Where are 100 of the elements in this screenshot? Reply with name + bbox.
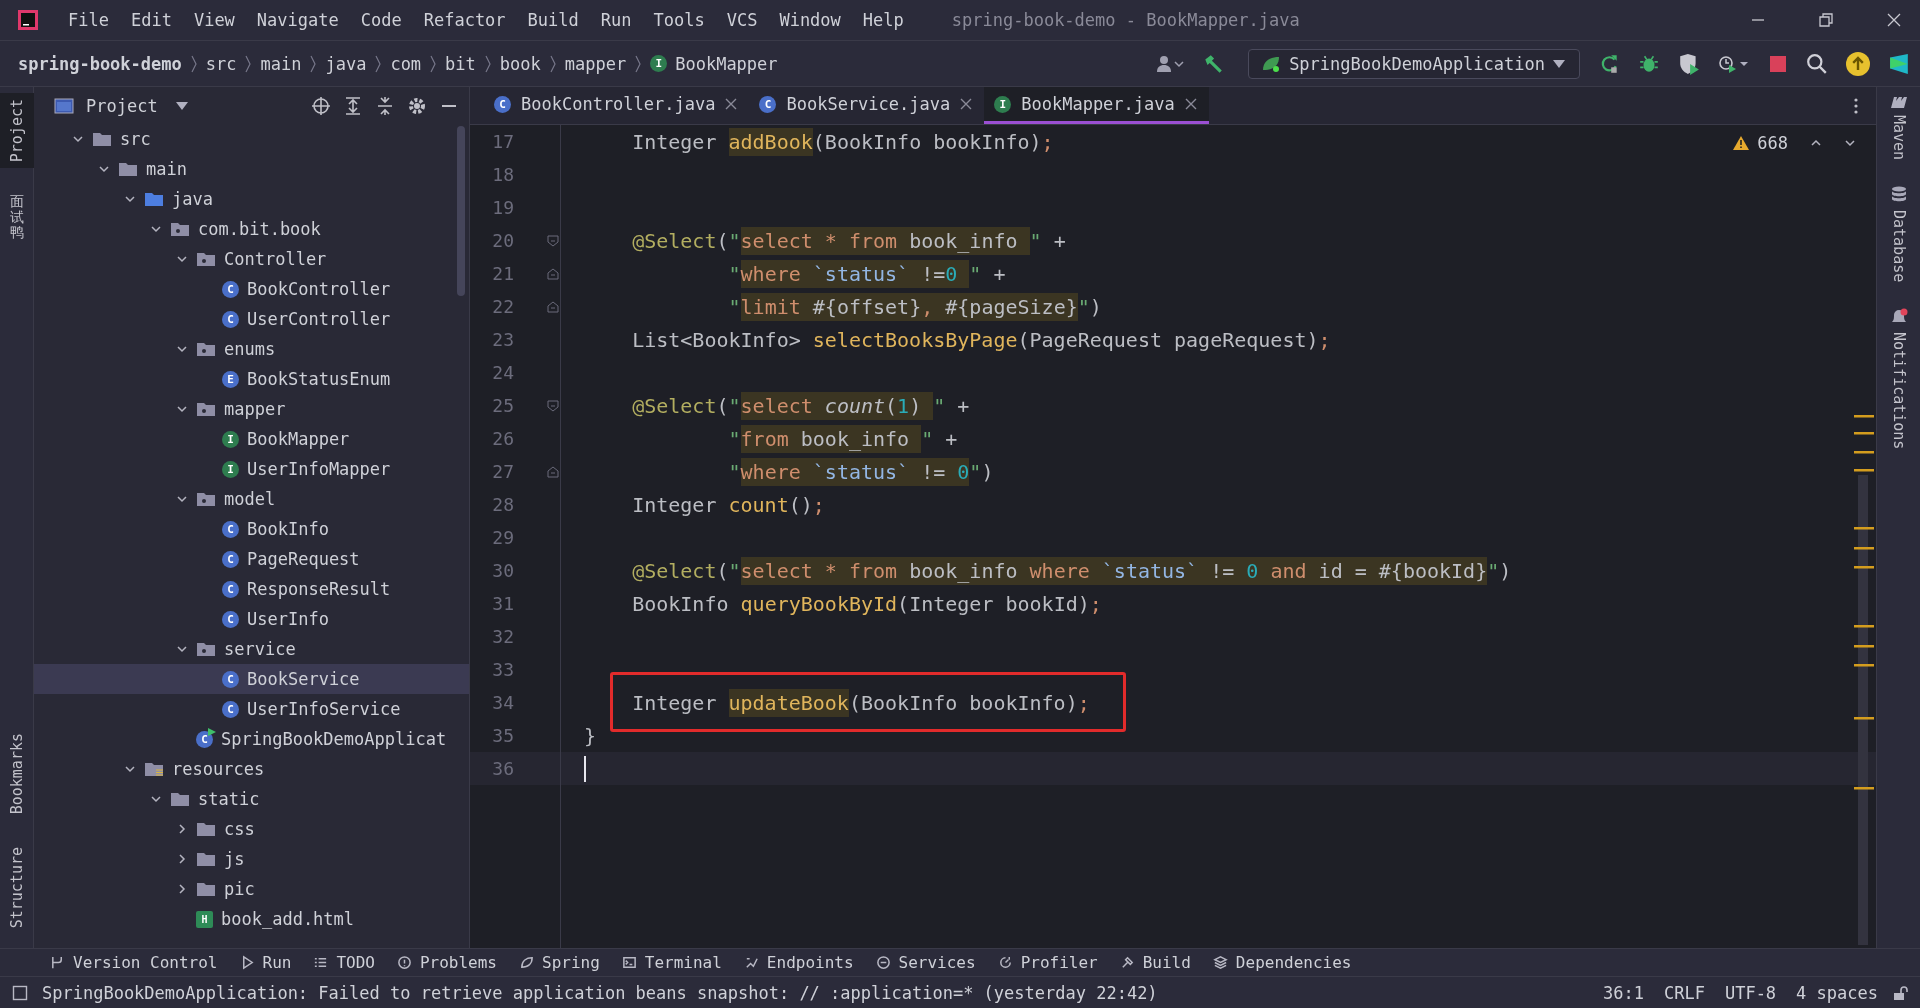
scrollbar[interactable] (457, 126, 465, 296)
chevron-down-icon[interactable] (150, 223, 162, 235)
breadcrumb-item[interactable]: BookMapper (675, 53, 778, 74)
breadcrumb-item[interactable]: mapper (564, 53, 627, 74)
tree-item[interactable]: C BookService (34, 664, 469, 694)
chevron-down-icon[interactable] (150, 793, 162, 805)
search-icon[interactable] (1806, 52, 1828, 75)
tool-window-button[interactable]: Database (1889, 186, 1908, 283)
breadcrumb-item[interactable]: book (499, 53, 541, 74)
tree-item[interactable]: C UserInfo (34, 604, 469, 634)
chevron-down-icon[interactable] (176, 643, 188, 655)
tree-item[interactable]: E BookStatusEnum (34, 364, 469, 394)
tool-window-tab[interactable]: Services (875, 953, 976, 972)
breadcrumb-item[interactable]: bit (445, 53, 476, 74)
fold-end-icon[interactable] (547, 465, 559, 478)
panel-title[interactable]: Project (86, 95, 158, 116)
tool-window-button[interactable]: Bookmarks (0, 727, 34, 821)
close-icon[interactable] (1184, 98, 1197, 110)
menu-item[interactable]: Window (779, 10, 841, 30)
tree-item[interactable]: C PageRequest (34, 544, 469, 574)
tree-item[interactable]: I BookMapper (34, 424, 469, 454)
editor-tab[interactable]: I BookMapper.java (984, 87, 1209, 124)
chevron-down-icon[interactable] (176, 403, 188, 415)
tree-item[interactable]: enums (34, 334, 469, 364)
menu-item[interactable]: Help (862, 10, 904, 30)
tool-window-tab[interactable]: Dependencies (1212, 953, 1352, 972)
tool-window-tab[interactable]: Run (239, 953, 292, 972)
tree-item[interactable]: java (34, 184, 469, 214)
editor-tab[interactable]: C BookController.java (484, 87, 750, 124)
tool-window-button[interactable]: Structure (0, 840, 34, 934)
tree-item[interactable]: css (34, 814, 469, 844)
close-icon[interactable] (725, 98, 738, 110)
scrollbar[interactable] (1858, 475, 1868, 945)
close-icon[interactable] (960, 98, 973, 110)
menu-item[interactable]: Navigate (256, 10, 339, 30)
fold-end-icon[interactable] (547, 267, 559, 280)
collapse-all-icon[interactable] (375, 95, 395, 116)
breadcrumb-item[interactable]: main (260, 53, 302, 74)
tool-window-tab[interactable]: Spring (519, 953, 600, 972)
tool-window-tab[interactable]: Profiler (997, 953, 1098, 972)
chevron-right-icon[interactable] (176, 823, 188, 835)
tree-item[interactable]: C SpringBookDemoApplicat (34, 724, 469, 754)
tree-item[interactable]: Controller (34, 244, 469, 274)
user-icon[interactable] (1156, 53, 1185, 74)
settings-icon[interactable] (407, 95, 427, 116)
tool-window-tab[interactable]: Endpoints (743, 953, 854, 972)
ide-logo-icon[interactable] (16, 8, 40, 32)
fold-icon[interactable] (547, 234, 559, 247)
tree-item[interactable]: pic (34, 874, 469, 904)
tree-item[interactable]: I UserInfoMapper (34, 454, 469, 484)
lock-icon[interactable] (1892, 984, 1908, 1001)
breadcrumb-item[interactable]: java (325, 53, 367, 74)
tree-item[interactable]: C UserController (34, 304, 469, 334)
dropdown-caret-icon[interactable] (175, 101, 188, 110)
tree-item[interactable]: js (34, 844, 469, 874)
chevron-down-icon[interactable] (176, 253, 188, 265)
menu-item[interactable]: Edit (130, 10, 172, 30)
chevron-right-icon[interactable] (176, 853, 188, 865)
warning-counter[interactable]: 668 (1733, 133, 1856, 153)
tree-item[interactable]: com.bit.book (34, 214, 469, 244)
panel-toggle-icon[interactable] (12, 984, 28, 1001)
breadcrumb-item[interactable]: com (390, 53, 422, 74)
locate-icon[interactable] (311, 95, 331, 116)
tree-item[interactable]: resources (34, 754, 469, 784)
status-item[interactable]: 4 spaces (1796, 982, 1878, 1003)
chevron-down-icon[interactable] (98, 163, 110, 175)
status-item[interactable]: CRLF (1663, 982, 1705, 1003)
menu-item[interactable]: VCS (726, 10, 758, 30)
update-icon[interactable] (1846, 51, 1870, 76)
run-configuration-dropdown[interactable]: SpringBookDemoApplication (1248, 48, 1580, 79)
tool-window-tab[interactable]: Build (1119, 953, 1191, 972)
menu-item[interactable]: File (68, 10, 109, 30)
tree-item[interactable]: src (34, 124, 469, 154)
menu-item[interactable]: Tools (653, 10, 705, 30)
fold-end-icon[interactable] (547, 300, 559, 313)
status-item[interactable]: 36:1 (1603, 982, 1644, 1003)
restore-icon[interactable] (1818, 12, 1834, 28)
menu-item[interactable]: Refactor (423, 10, 506, 30)
stop-icon[interactable] (1768, 53, 1788, 74)
assistant-logo-icon[interactable] (1888, 52, 1910, 75)
chevron-down-icon[interactable] (124, 193, 136, 205)
status-item[interactable]: UTF-8 (1724, 982, 1777, 1003)
menu-item[interactable]: Run (600, 10, 632, 30)
breadcrumb-item[interactable]: src (205, 53, 237, 74)
tool-window-button[interactable]: Project (0, 93, 34, 169)
expand-all-icon[interactable] (343, 95, 363, 116)
tool-window-button[interactable]: Maven (1888, 95, 1909, 161)
tree-item[interactable]: C UserInfoService (34, 694, 469, 724)
tree-item[interactable]: C BookController (34, 274, 469, 304)
status-message[interactable]: SpringBookDemoApplication: Failed to retrieve application beans snapshot: // :application=* (yesterday 22:42) (42, 982, 1158, 1003)
tool-window-tab[interactable]: Terminal (621, 953, 722, 972)
more-icon[interactable] (1854, 97, 1858, 114)
chevron-down-icon[interactable] (176, 343, 188, 355)
chevron-down-icon[interactable] (176, 493, 188, 505)
chevron-down-icon[interactable] (1844, 137, 1856, 149)
close-icon[interactable] (1886, 12, 1902, 28)
menu-item[interactable]: View (193, 10, 235, 30)
tree-item[interactable]: H book_add.html (34, 904, 469, 934)
tool-window-tab[interactable]: Version Control (50, 953, 218, 972)
tree-item[interactable]: static (34, 784, 469, 814)
